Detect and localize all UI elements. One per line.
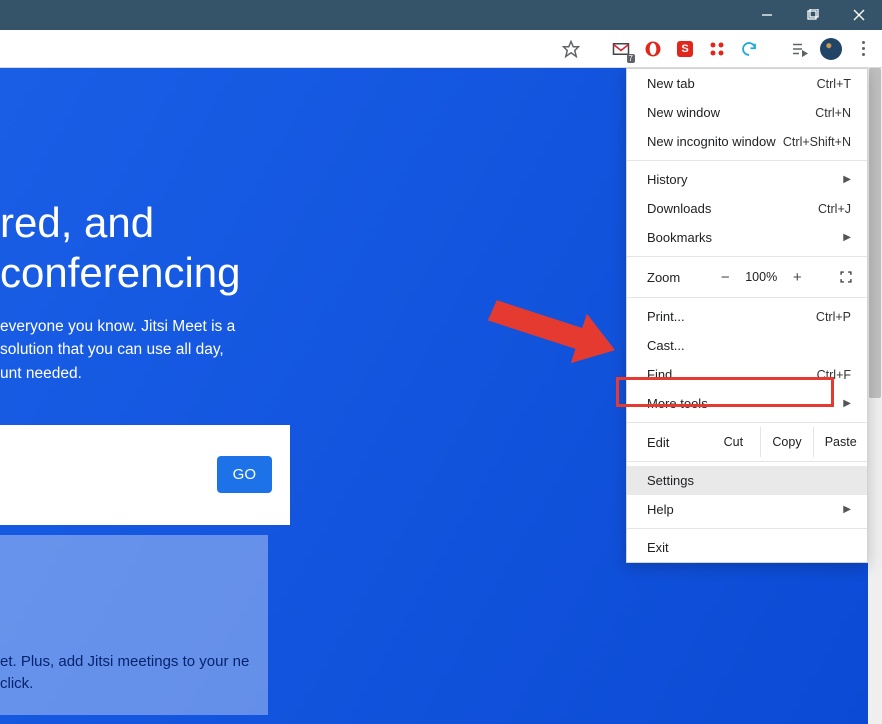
fullscreen-button[interactable]	[835, 266, 857, 288]
edit-paste-button[interactable]: Paste	[813, 427, 867, 457]
gmail-extension-icon[interactable]: 7	[610, 38, 632, 60]
menu-item-cast[interactable]: Cast...	[627, 331, 867, 360]
menu-separator	[627, 256, 867, 257]
headline-line-2: conferencing	[125, 248, 230, 298]
chevron-right-icon: ▶	[843, 398, 851, 409]
page-headline: red, and conferencing	[0, 198, 230, 297]
menu-shortcut: Ctrl+Shift+N	[783, 135, 851, 149]
chrome-main-menu: New tab Ctrl+T New window Ctrl+N New inc…	[626, 68, 868, 563]
menu-item-new-incognito[interactable]: New incognito window Ctrl+Shift+N	[627, 127, 867, 156]
menu-separator	[627, 297, 867, 298]
zoom-label: Zoom	[647, 270, 680, 285]
menu-edit-row: Edit Cut Copy Paste	[627, 427, 867, 457]
profile-avatar[interactable]	[820, 38, 842, 60]
menu-item-print[interactable]: Print... Ctrl+P	[627, 302, 867, 331]
zoom-in-button[interactable]: +	[782, 269, 812, 286]
menu-separator	[627, 461, 867, 462]
zoom-out-button[interactable]: −	[710, 269, 740, 286]
menu-item-settings[interactable]: Settings	[627, 466, 867, 495]
menu-separator	[627, 528, 867, 529]
menu-zoom-row: Zoom − 100% +	[627, 261, 867, 293]
menu-label: New incognito window	[647, 134, 776, 149]
chevron-right-icon: ▶	[843, 504, 851, 515]
page-viewport: red, and conferencing everyone you know.…	[0, 68, 882, 724]
scrollbar-thumb[interactable]	[869, 68, 881, 398]
menu-item-find[interactable]: Find... Ctrl+F	[627, 360, 867, 389]
menu-item-history[interactable]: History ▶	[627, 165, 867, 194]
chevron-right-icon: ▶	[843, 174, 851, 185]
window-titlebar	[0, 0, 882, 30]
menu-label: Print...	[647, 309, 685, 324]
refresh-extension-icon[interactable]	[738, 38, 760, 60]
page-description: everyone you know. Jitsi Meet is a solut…	[0, 315, 245, 385]
vertical-scrollbar[interactable]	[868, 68, 882, 724]
menu-shortcut: Ctrl+J	[818, 202, 851, 216]
menu-shortcut: Ctrl+F	[817, 368, 851, 382]
menu-label: Exit	[647, 540, 669, 555]
headline-line-1: red, and	[125, 198, 230, 248]
window-maximize-button[interactable]	[790, 0, 836, 30]
chrome-menu-button[interactable]	[852, 38, 874, 60]
menu-label: New tab	[647, 76, 695, 91]
menu-label: Bookmarks	[647, 230, 712, 245]
browser-toolbar: 7 S	[0, 30, 882, 68]
menu-label: Downloads	[647, 201, 711, 216]
menu-item-bookmarks[interactable]: Bookmarks ▶	[627, 223, 867, 252]
calendar-promo-text: et. Plus, add Jitsi meetings to your ne …	[0, 651, 260, 695]
media-control-icon[interactable]	[788, 38, 810, 60]
bookmark-star-icon[interactable]	[560, 38, 582, 60]
menu-label: Help	[647, 502, 674, 517]
zoom-value: 100%	[740, 270, 782, 284]
menu-shortcut: Ctrl+N	[815, 106, 851, 120]
meeting-input-card: GO	[0, 425, 290, 525]
menu-separator	[627, 422, 867, 423]
menu-separator	[627, 160, 867, 161]
menu-label: Find...	[647, 367, 683, 382]
s-extension-icon[interactable]: S	[674, 38, 696, 60]
go-button[interactable]: GO	[217, 456, 272, 493]
menu-item-help[interactable]: Help ▶	[627, 495, 867, 524]
menu-item-new-window[interactable]: New window Ctrl+N	[627, 98, 867, 127]
menu-label: History	[647, 172, 687, 187]
menu-label: Cast...	[647, 338, 685, 353]
menu-label: Settings	[647, 473, 694, 488]
menu-label: More tools	[647, 396, 708, 411]
chevron-right-icon: ▶	[843, 232, 851, 243]
edit-copy-button[interactable]: Copy	[760, 427, 814, 457]
edit-label: Edit	[647, 435, 707, 450]
menu-item-downloads[interactable]: Downloads Ctrl+J	[627, 194, 867, 223]
menu-item-exit[interactable]: Exit	[627, 533, 867, 562]
menu-item-new-tab[interactable]: New tab Ctrl+T	[627, 69, 867, 98]
opera-extension-icon[interactable]	[642, 38, 664, 60]
window-close-button[interactable]	[836, 0, 882, 30]
red-dots-extension-icon[interactable]	[706, 38, 728, 60]
menu-label: New window	[647, 105, 720, 120]
menu-shortcut: Ctrl+T	[817, 77, 851, 91]
menu-item-more-tools[interactable]: More tools ▶	[627, 389, 867, 418]
edit-cut-button[interactable]: Cut	[707, 427, 760, 457]
menu-shortcut: Ctrl+P	[816, 310, 851, 324]
window-minimize-button[interactable]	[744, 0, 790, 30]
calendar-promo-block: et. Plus, add Jitsi meetings to your ne …	[0, 535, 268, 715]
gmail-unread-badge: 7	[627, 54, 635, 63]
